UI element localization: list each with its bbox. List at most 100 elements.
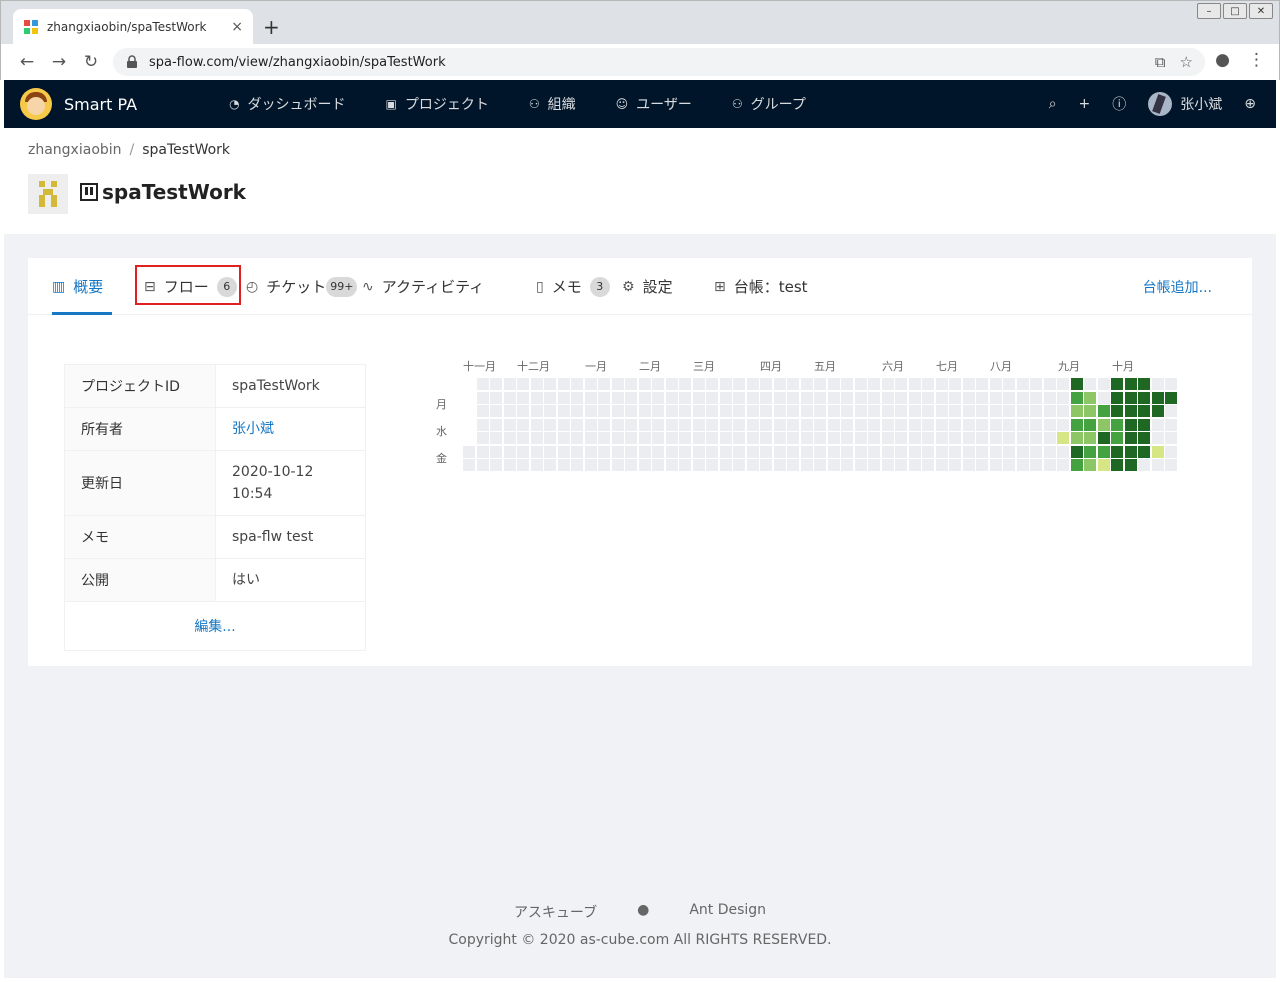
heatmap-cell (827, 418, 840, 431)
heatmap-cell (1057, 418, 1069, 431)
minimize-icon[interactable]: – (1197, 3, 1221, 19)
menu-organizations[interactable]: ⚇ 組織 (529, 94, 576, 114)
heatmap-cell (895, 445, 907, 458)
url-text[interactable]: spa-flow.com/view/zhangxiaobin/spaTestWo… (149, 55, 1141, 70)
heatmap-cell (854, 445, 867, 458)
heatmap-cell (1030, 405, 1042, 417)
breadcrumb-owner[interactable]: zhangxiaobin (28, 142, 122, 158)
heatmap-cell (922, 391, 934, 404)
heatmap-cell (908, 391, 921, 404)
heatmap-cell (868, 445, 880, 458)
heatmap-cell (868, 459, 880, 471)
tab-ledger[interactable]: ⊞ 台帳：test (714, 276, 808, 297)
heatmap-cell (611, 405, 624, 417)
github-icon[interactable]: ● (637, 902, 649, 922)
help-icon[interactable]: ⓘ (1112, 94, 1126, 114)
user-menu[interactable]: 张小斌 (1148, 92, 1222, 116)
heatmap-cell (503, 405, 516, 417)
brand-name[interactable]: Smart PA (64, 95, 137, 114)
heatmap-cell (598, 432, 610, 444)
tab-overview[interactable]: ▥ 概要 (52, 276, 103, 297)
heatmap-cell (1165, 445, 1177, 458)
heatmap-cell (692, 418, 705, 431)
profile-icon[interactable]: ● (1215, 50, 1230, 70)
app-logo[interactable] (20, 88, 52, 120)
heatmap-cell (746, 378, 759, 390)
heatmap-cell (530, 418, 543, 431)
heatmap-cell (773, 391, 786, 404)
heatmap-cell (881, 418, 894, 431)
heatmap-cell (1003, 432, 1015, 444)
translate-icon[interactable]: ⧉ (1155, 53, 1166, 71)
heatmap-cell (800, 378, 813, 390)
new-tab-button[interactable]: + (263, 15, 280, 39)
reload-icon[interactable]: ↻ (75, 52, 107, 72)
menu-groups[interactable]: ⚇ グループ (732, 94, 806, 114)
heatmap-cell (908, 405, 921, 417)
back-icon[interactable]: ← (11, 52, 43, 72)
project-icon (80, 183, 98, 201)
forward-icon[interactable]: → (43, 52, 75, 72)
heatmap-cell (1124, 391, 1137, 404)
heatmap-cell (1043, 391, 1056, 404)
menu-users[interactable]: ☺ ユーザー (616, 94, 692, 114)
heatmap-grid (463, 378, 1183, 478)
ticket-icon: ◴ (246, 278, 259, 295)
heatmap-cell (787, 432, 799, 444)
heatmap-cell (544, 418, 556, 431)
tab-activity[interactable]: ∿ アクティビティ (362, 276, 484, 297)
heatmap-cell (1151, 405, 1164, 417)
heatmap-cell (989, 391, 1002, 404)
heatmap-cell (557, 378, 570, 390)
heatmap-cell (1043, 459, 1056, 471)
heatmap-cell (476, 418, 489, 431)
globe-icon[interactable]: ⊕ (1244, 96, 1256, 112)
heatmap-cell (733, 459, 745, 471)
menu-projects[interactable]: ▣ プロジェクト (386, 94, 489, 114)
edit-link[interactable]: 編集... (65, 602, 365, 650)
heatmap-cell (625, 391, 637, 404)
heatmap-cell (490, 432, 502, 444)
heatmap-cell (868, 432, 880, 444)
tab-settings[interactable]: ⚙ 設定 (622, 276, 673, 297)
heatmap-cell (463, 459, 475, 471)
heatmap-cell (584, 432, 597, 444)
heatmap-cell (962, 432, 975, 444)
heatmap-cell (679, 459, 691, 471)
footer-link-antdesign[interactable]: Ant Design (689, 902, 766, 922)
heatmap-cell (517, 378, 529, 390)
heatmap-cell (760, 459, 772, 471)
heatmap-cell (814, 418, 826, 431)
bookmark-star-icon[interactable]: ☆ (1180, 53, 1193, 71)
search-icon[interactable]: ⌕ (1049, 96, 1057, 112)
address-bar[interactable]: spa-flow.com/view/zhangxiaobin/spaTestWo… (113, 48, 1205, 76)
heatmap-cell (517, 391, 529, 404)
heatmap-cell (1165, 378, 1177, 390)
heatmap-cell (679, 378, 691, 390)
heatmap-cell (719, 405, 732, 417)
heatmap-cell (1097, 459, 1110, 471)
add-ledger-link[interactable]: 台帳追加... (1143, 277, 1212, 297)
owner-link[interactable]: 张小斌 (216, 408, 365, 450)
heatmap-cell (841, 405, 853, 417)
activity-heatmap: 十一月 十二月 一月 二月 三月 四月 五月 六月 七月 八月 九月 十月 月 … (428, 358, 1188, 488)
tab-close-icon[interactable]: × (231, 19, 243, 35)
heatmap-cell (625, 445, 637, 458)
heatmap-cell (962, 418, 975, 431)
menu-dashboard[interactable]: ◔ ダッシュボード (229, 94, 345, 114)
page-title: spaTestWork (80, 180, 246, 204)
heatmap-cell (1165, 459, 1177, 471)
maximize-icon[interactable]: □ (1223, 3, 1247, 19)
tab-tickets[interactable]: ◴ チケット 99+ (246, 276, 358, 297)
plus-icon[interactable]: + (1079, 96, 1091, 112)
footer-link-ascube[interactable]: アスキューブ (514, 902, 597, 922)
heatmap-cell (895, 432, 907, 444)
browser-tab[interactable]: zhangxiaobin/spaTestWork × (13, 9, 253, 45)
window-close-icon[interactable]: ✕ (1249, 3, 1273, 19)
heatmap-cell (1138, 445, 1150, 458)
tab-memo[interactable]: ▯ メモ 3 (536, 276, 610, 297)
heatmap-cell (692, 405, 705, 417)
heatmap-cell (868, 378, 880, 390)
heatmap-cell (1016, 378, 1029, 390)
browser-menu-icon[interactable]: ⋮ (1248, 50, 1265, 70)
